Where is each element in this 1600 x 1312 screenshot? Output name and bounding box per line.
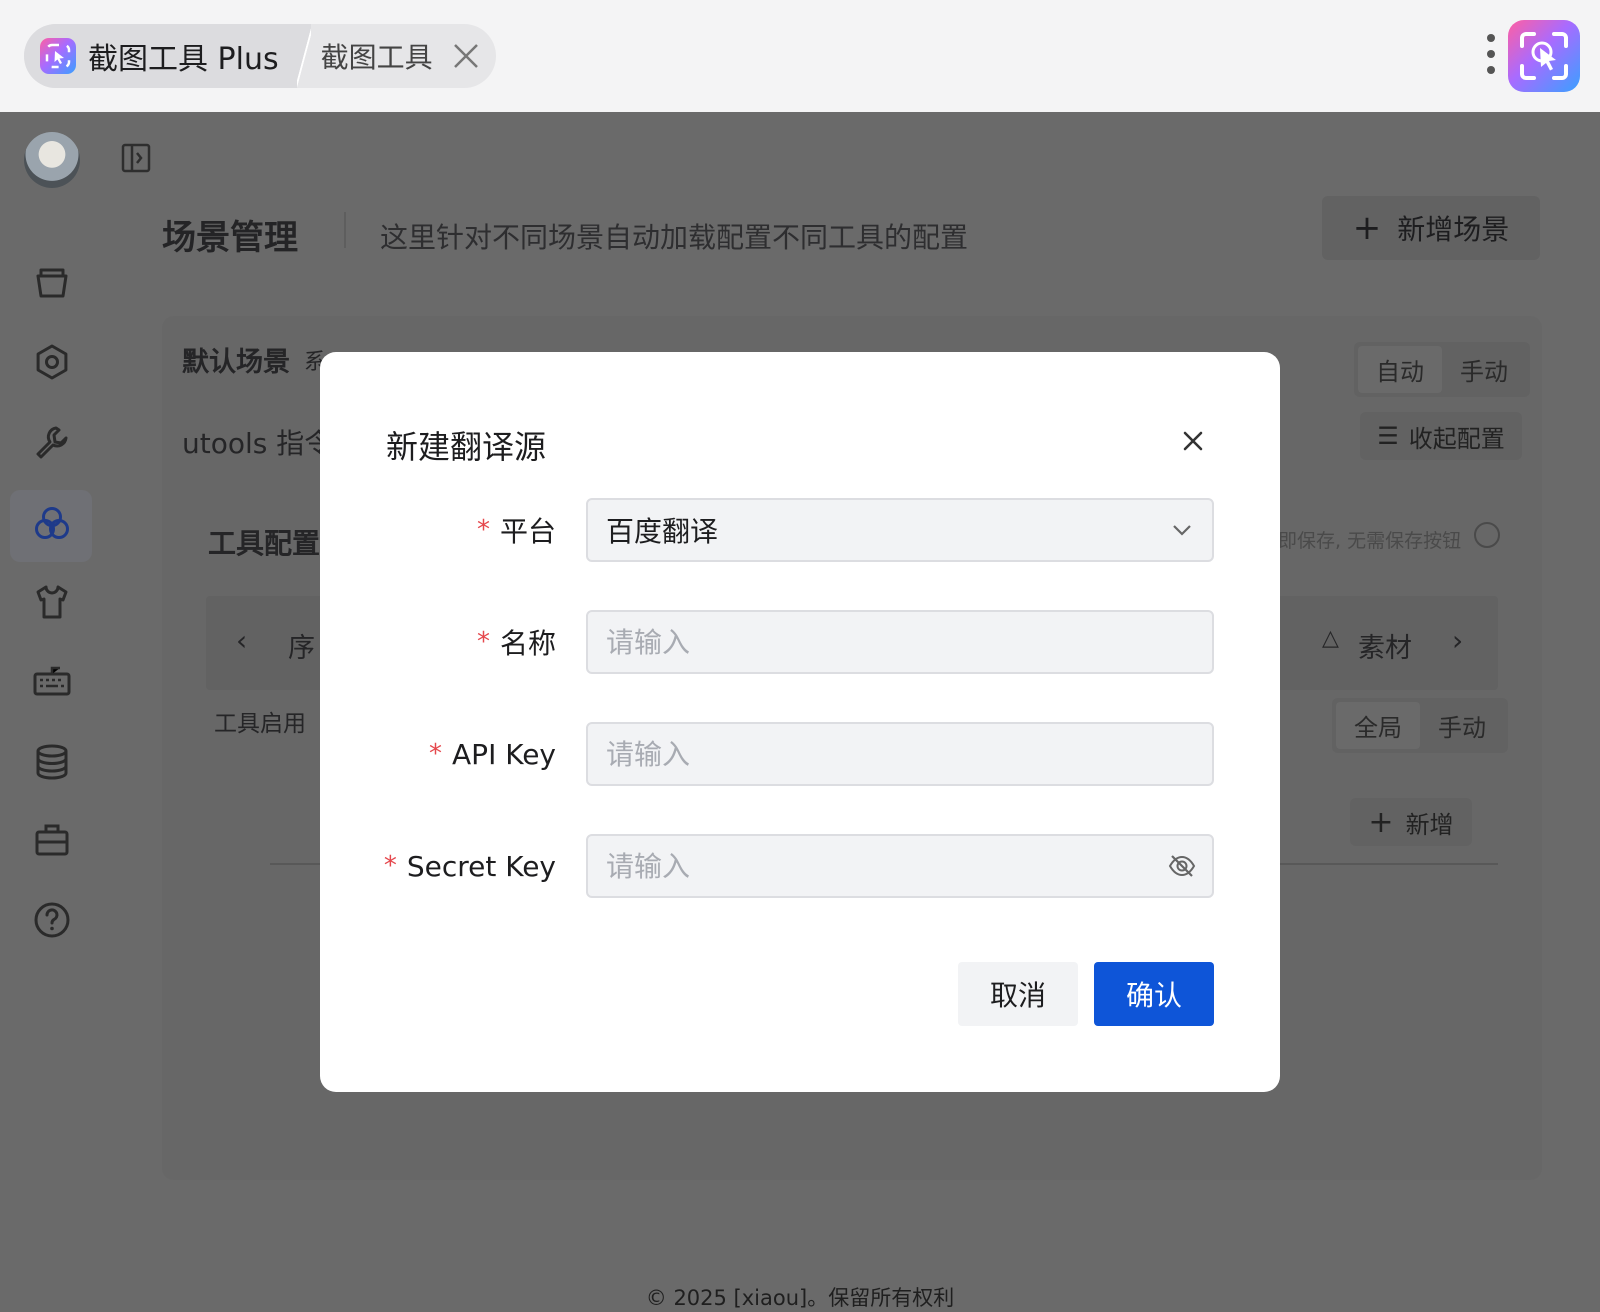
shirt-icon[interactable] xyxy=(32,582,72,622)
circles-icon[interactable] xyxy=(32,504,72,544)
mode-auto-option[interactable]: 自动 xyxy=(1358,346,1442,393)
tab-app[interactable]: 截图工具 Plus xyxy=(24,24,297,88)
required-mark: * xyxy=(476,627,490,657)
secret-key-input[interactable] xyxy=(588,836,1212,896)
page-title: 场景管理 xyxy=(162,218,298,258)
collapse-lines-icon: ☰ xyxy=(1377,422,1399,450)
screenshot-cursor-icon[interactable] xyxy=(1508,20,1580,92)
toolbox-icon[interactable] xyxy=(32,820,72,860)
new-translation-source-dialog: 新建翻译源 * 平台 百度翻译 * 名称 * API Key xyxy=(320,352,1280,1092)
name-label: * 名称 xyxy=(477,610,556,674)
utools-command-label: utools 指令 xyxy=(182,427,333,460)
collapse-config-button[interactable]: ☰ 收起配置 xyxy=(1360,412,1522,460)
mode-manual-option[interactable]: 手动 xyxy=(1442,346,1526,393)
api-key-input[interactable] xyxy=(588,724,1212,784)
platform-selected-value: 百度翻译 xyxy=(606,515,719,548)
app-tab-label: 截图工具 Plus xyxy=(88,42,279,77)
api-key-label-text: API Key xyxy=(452,737,556,771)
folder-open-icon[interactable] xyxy=(32,262,72,302)
dialog-title: 新建翻译源 xyxy=(386,428,547,466)
second-tab-label: 截图工具 xyxy=(320,41,433,74)
wrench-icon[interactable] xyxy=(32,422,72,462)
platform-label-text: 平台 xyxy=(499,515,556,548)
cancel-button[interactable]: 取消 xyxy=(958,962,1078,1026)
shapes-icon: △ xyxy=(1322,626,1339,651)
required-mark: * xyxy=(429,739,443,769)
tab-order[interactable]: 序 xyxy=(288,626,315,665)
required-mark: * xyxy=(476,515,490,545)
eye-off-icon[interactable] xyxy=(1168,852,1196,880)
tool-scope-switch: 全局 手动 xyxy=(1332,698,1508,753)
add-scene-label: 新增场景 xyxy=(1397,213,1510,246)
scope-manual-option[interactable]: 手动 xyxy=(1420,702,1504,749)
chevron-down-icon xyxy=(1168,516,1196,544)
plus-icon: + xyxy=(1368,804,1394,840)
add-label: 新增 xyxy=(1405,810,1454,839)
close-icon[interactable] xyxy=(453,43,479,69)
tab-separator xyxy=(296,24,311,88)
plus-icon: + xyxy=(1352,208,1382,248)
collapse-config-label: 收起配置 xyxy=(1408,424,1505,453)
header-divider xyxy=(344,212,346,248)
gear-icon[interactable] xyxy=(32,342,72,382)
secret-key-label-text: Secret Key xyxy=(406,849,556,883)
add-button[interactable]: + 新增 xyxy=(1350,798,1472,846)
tool-config-title: 工具配置 xyxy=(208,527,321,560)
api-key-field-wrapper xyxy=(586,722,1214,786)
vertical-dots-icon[interactable] xyxy=(1484,34,1498,78)
close-icon[interactable] xyxy=(1176,424,1210,458)
add-scene-button[interactable]: + 新增场景 xyxy=(1322,196,1540,260)
tab-assets[interactable]: 素材 xyxy=(1358,626,1412,665)
tab-strip: 截图工具 Plus 截图工具 xyxy=(24,24,496,88)
api-key-row: * API Key xyxy=(320,722,1280,786)
footer-copyright: © 2025 [xiaou]。保留所有权利 xyxy=(645,1286,955,1310)
avatar[interactable] xyxy=(24,132,80,188)
platform-label: * 平台 xyxy=(477,498,556,562)
name-field-wrapper xyxy=(586,610,1214,674)
api-key-label: * API Key xyxy=(429,722,556,786)
confirm-button[interactable]: 确认 xyxy=(1094,962,1214,1026)
autosave-hint: 即保存, 无需保存按钮 xyxy=(1278,530,1462,552)
title-bar: 截图工具 Plus 截图工具 xyxy=(0,0,1600,112)
tool-enable-label: 工具启用 xyxy=(214,711,306,737)
sidebar-toggle-icon[interactable] xyxy=(120,142,152,174)
scope-global-option[interactable]: 全局 xyxy=(1336,702,1420,749)
secret-key-row: * Secret Key xyxy=(320,834,1280,898)
secret-key-field-wrapper xyxy=(586,834,1214,898)
sidebar xyxy=(0,112,104,1312)
page-description: 这里针对不同场景自动加载配置不同工具的配置 xyxy=(380,221,969,254)
scene-mode-switch: 自动 手动 xyxy=(1354,342,1530,397)
help-icon[interactable] xyxy=(32,900,72,940)
tab-prev-icon[interactable]: ‹ xyxy=(236,624,247,657)
screenshot-cursor-icon xyxy=(40,38,76,74)
required-mark: * xyxy=(383,851,397,881)
platform-row: * 平台 百度翻译 xyxy=(320,498,1280,562)
platform-select[interactable]: 百度翻译 xyxy=(586,498,1214,562)
secret-key-label: * Secret Key xyxy=(384,834,556,898)
keyboard-icon[interactable] xyxy=(32,662,72,702)
name-label-text: 名称 xyxy=(499,627,556,660)
smile-icon xyxy=(1474,522,1500,548)
name-row: * 名称 xyxy=(320,610,1280,674)
name-input[interactable] xyxy=(588,612,1212,672)
database-icon[interactable] xyxy=(32,742,72,782)
tab-next-icon[interactable]: › xyxy=(1452,624,1463,657)
tab-screenshot-tool[interactable]: 截图工具 xyxy=(311,24,479,88)
default-scene-title: 默认场景 xyxy=(182,347,290,378)
